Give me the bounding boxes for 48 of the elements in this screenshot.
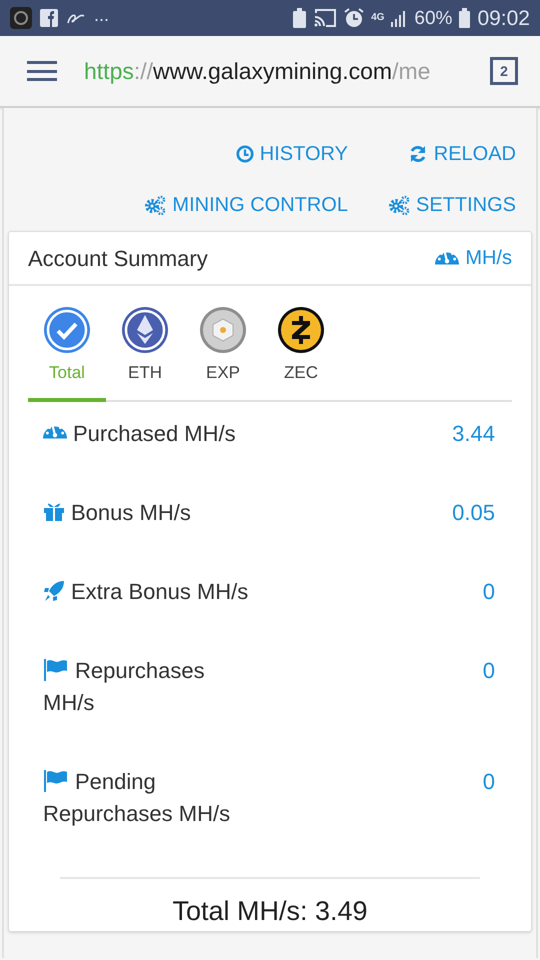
hexagon-coin-icon — [199, 306, 247, 354]
clock-text: 09:02 — [477, 8, 530, 28]
url-field[interactable]: https://www.galaxymining.com/me — [84, 54, 456, 88]
stat-value: 3.44 — [452, 420, 496, 448]
alarm-icon — [344, 8, 364, 28]
rocket-icon — [43, 580, 65, 602]
more-notifications-text: ... — [94, 6, 110, 24]
stat-label: Pending Repurchases MH/s — [43, 768, 232, 828]
battery-icon — [459, 8, 470, 28]
app-icon — [10, 7, 32, 29]
network-type-text: 4G — [371, 13, 384, 23]
total-text: Total MH/s: 3.49 — [172, 894, 368, 928]
flag-icon — [43, 658, 69, 681]
coin-tab[interactable]: EXP — [184, 306, 262, 402]
stat-label: Extra Bonus MH/s — [43, 576, 257, 608]
battery-saver-icon — [293, 8, 306, 28]
gift-icon — [43, 502, 65, 522]
action-link[interactable]: MINING CONTROL — [144, 195, 348, 215]
stat-value: 0 — [482, 768, 496, 796]
menu-button[interactable] — [27, 59, 57, 83]
stat-label: Repurchases MH/s — [43, 656, 206, 716]
gears-icon — [388, 195, 410, 215]
stat-value: 0 — [482, 578, 496, 606]
reload-icon — [408, 144, 428, 164]
tab-count-button[interactable]: 2 — [490, 57, 518, 85]
gauge-icon — [435, 252, 460, 264]
checkmark-coin-icon — [43, 306, 91, 354]
action-link[interactable]: HISTORY — [144, 144, 348, 164]
coin-tab[interactable]: ETH — [106, 306, 184, 402]
gears-icon — [144, 195, 166, 215]
battery-percent-text: 60% — [414, 8, 452, 28]
flag-icon — [43, 770, 69, 792]
stat-value: 0.05 — [452, 498, 496, 526]
stat-label: Purchased MH/s — [43, 418, 257, 450]
z-coin-icon — [277, 306, 325, 354]
card-title: Account Summary — [28, 244, 208, 273]
gauge-icon — [43, 426, 67, 440]
cast-icon — [313, 8, 338, 28]
coin-tab[interactable]: ZEC — [262, 306, 340, 402]
stat-value: 0 — [482, 656, 496, 684]
stat-label: Bonus MH/s — [43, 496, 257, 528]
unit-label: MH/s — [435, 243, 512, 273]
action-link[interactable]: SETTINGS — [388, 195, 516, 215]
social-app-icon — [40, 9, 58, 27]
diamond-coin-icon — [121, 306, 169, 354]
signal-icon — [391, 9, 408, 27]
clock-icon — [236, 145, 254, 163]
reload-link[interactable]: RELOAD — [388, 144, 516, 164]
